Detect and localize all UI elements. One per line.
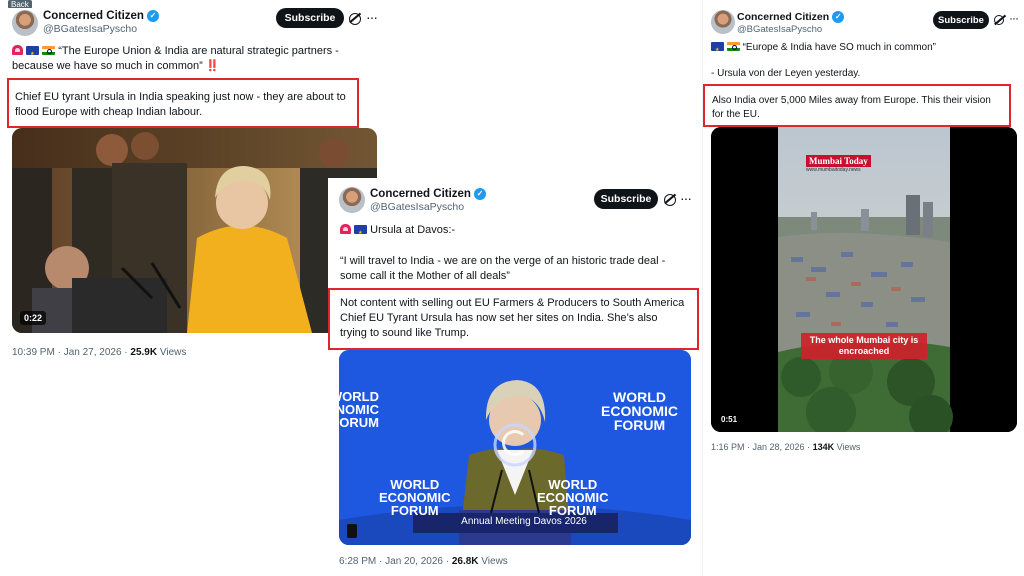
author-name[interactable]: Concerned Citizen <box>370 188 471 200</box>
highlight-box: Chief EU tyrant Ursula in India speaking… <box>7 78 359 128</box>
tweet-header: Concerned Citizen ✓ @BGatesIsaPyscho <box>43 10 159 35</box>
avatar[interactable] <box>339 187 365 213</box>
tweet-timestamp[interactable]: 1:16 PM · Jan 28, 2026 · <box>711 442 813 452</box>
eu-flag-icon <box>354 225 368 241</box>
video-caption: The whole Mumbai city is encroached <box>801 333 927 359</box>
wef-logo-bottom-left: WORLD ECONOMIC FORUM <box>379 477 451 518</box>
tweet-text: “The Europe Union & India are natural st… <box>12 44 362 74</box>
tweet-header: Concerned Citizen ✓ @BGatesIsaPyscho <box>370 188 486 213</box>
grok-icon[interactable] <box>664 194 676 206</box>
tweet-timestamp[interactable]: 6:28 PM · Jan 20, 2026 · <box>339 556 452 567</box>
highlight-box: Not content with selling out EU Farmers … <box>328 288 699 350</box>
grok-icon[interactable] <box>349 13 361 25</box>
tweet-card-2: Concerned Citizen ✓ @BGatesIsaPyscho Sub… <box>328 178 702 576</box>
video-player[interactable]: WORLD ECONOMIC FORUM WORLD ECONOMIC FORU… <box>339 350 691 545</box>
avatar[interactable] <box>12 10 38 36</box>
avatar[interactable] <box>711 10 735 34</box>
highlight-text: Chief EU tyrant Ursula in India speaking… <box>15 91 346 118</box>
author-name[interactable]: Concerned Citizen <box>43 10 144 22</box>
video-duration: 0:22 <box>20 311 47 325</box>
author-name-line[interactable]: Concerned Citizen ✓ <box>737 11 845 23</box>
tweet-quote: “Europe & India have SO much in common” <box>742 42 936 53</box>
tweet-quote: “The Europe Union & India are natural st… <box>12 45 339 72</box>
siren-emoji-icon <box>340 224 351 234</box>
author-handle[interactable]: @BGatesIsaPyscho <box>43 23 159 35</box>
india-flag-icon <box>42 46 56 55</box>
author-name-line[interactable]: Concerned Citizen ✓ <box>370 188 486 200</box>
views-label: Views <box>478 556 508 567</box>
subscribe-button[interactable]: Subscribe <box>276 8 344 28</box>
more-icon[interactable]: ··· <box>680 191 692 205</box>
tweet-intro: Ursula at Davos:- <box>340 223 690 241</box>
subscribe-button[interactable]: Subscribe <box>594 189 658 209</box>
tweet-timestamp[interactable]: 10:39 PM · Jan 27, 2026 · <box>12 347 130 358</box>
podium-banner: Annual Meeting Davos 2026 <box>461 516 587 527</box>
video-player[interactable]: Mumbai Today www.mumbaitoday.news The wh… <box>711 127 1017 432</box>
intro-text: Ursula at Davos:- <box>370 224 456 236</box>
eu-flag-icon <box>711 42 724 58</box>
tweet-meta: 10:39 PM · Jan 27, 2026 · 25.9K Views <box>12 347 186 358</box>
more-icon[interactable]: ··· <box>1009 12 1019 24</box>
india-flag-icon <box>726 42 740 51</box>
grok-icon[interactable] <box>994 15 1004 25</box>
video-frame <box>12 128 377 333</box>
video-player[interactable]: 0:22 <box>12 128 377 333</box>
tweet-quote: “I will travel to India - we are on the … <box>340 255 666 282</box>
highlight-text: Also India over 5,000 Miles away from Eu… <box>712 95 991 120</box>
video-duration: 0:51 <box>721 415 738 424</box>
tweet-attribution: - Ursula von der Leyen yesterday. <box>711 68 861 79</box>
author-name[interactable]: Concerned Citizen <box>737 11 829 23</box>
wef-logo-left: WORLD ECONOMIC FORUM <box>339 390 379 430</box>
verified-badge-icon: ✓ <box>146 10 159 22</box>
tweet-meta: 1:16 PM · Jan 28, 2026 · 134K Views <box>711 442 860 452</box>
siren-emoji-icon <box>12 45 23 55</box>
highlight-box: Also India over 5,000 Miles away from Eu… <box>703 84 1011 127</box>
author-name-line[interactable]: Concerned Citizen ✓ <box>43 10 159 22</box>
subscribe-button[interactable]: Subscribe <box>933 11 989 29</box>
tweet-header: Concerned Citizen ✓ @BGatesIsaPyscho <box>737 11 845 35</box>
highlight-text: Not content with selling out EU Farmers … <box>340 297 685 339</box>
eu-flag-icon <box>26 46 40 62</box>
tweet-card-3: Concerned Citizen ✓ @BGatesIsaPyscho Sub… <box>703 0 1024 470</box>
view-count: 134K <box>812 442 835 452</box>
wef-logo-right: WORLD ECONOMIC FORUM <box>601 389 678 433</box>
views-label: Views <box>834 442 861 452</box>
verified-badge-icon: ✓ <box>473 188 486 200</box>
more-icon[interactable]: ··· <box>366 10 378 24</box>
tweet-meta: 6:28 PM · Jan 20, 2026 · 26.8K Views <box>339 556 508 567</box>
views-label: Views <box>157 347 187 358</box>
verified-badge-icon: ✓ <box>832 11 845 23</box>
wef-logo-bottom-right: WORLD ECONOMIC FORUM <box>537 477 609 518</box>
author-handle[interactable]: @BGatesIsaPyscho <box>370 201 486 213</box>
view-count: 26.8K <box>451 556 479 567</box>
view-count: 25.9K <box>130 347 158 358</box>
double-exclamation-icon: ‼️ <box>205 60 220 72</box>
mumbai-today-logo: Mumbai Today www.mumbaitoday.news <box>806 155 871 173</box>
tweet-text: “Europe & India have SO much in common” <box>711 40 1011 58</box>
play-spinner-icon <box>502 430 528 456</box>
author-handle[interactable]: @BGatesIsaPyscho <box>737 24 844 35</box>
